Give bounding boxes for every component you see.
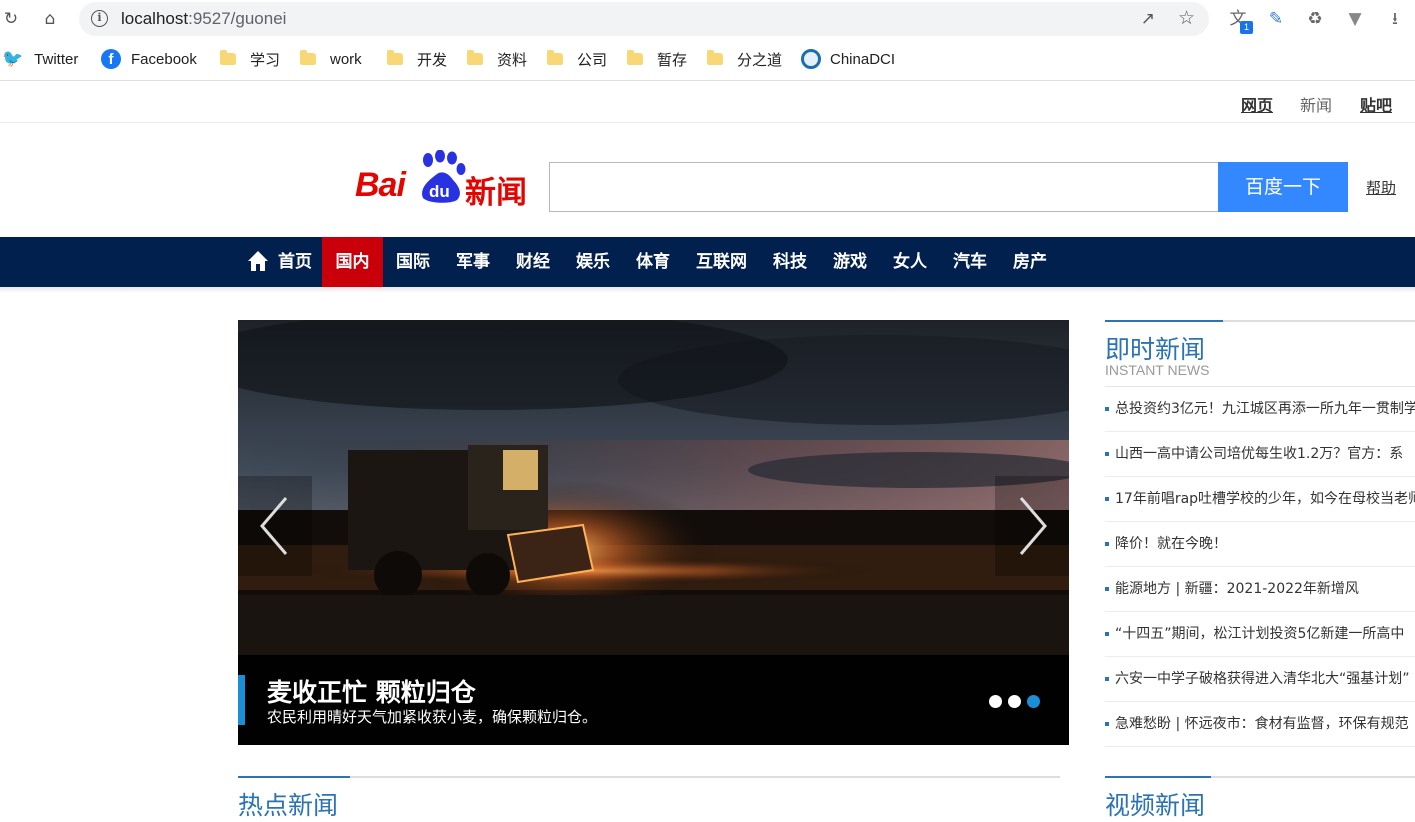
instant-news-list: 总投资约3亿元！九江城区再添一所九年一贯制学校 山西一高中请公司培优每生收1.2… (1105, 387, 1415, 747)
list-item[interactable]: 六安一中学子破格获得进入清华北大“强基计划” (1105, 657, 1415, 702)
logo-news-text: 新闻 (465, 175, 527, 211)
channel-finance[interactable]: 财经 (503, 237, 563, 287)
site-info-icon[interactable]: i (91, 10, 108, 27)
news-carousel[interactable]: 麦收正忙 颗粒归仓 农民利用晴好天气加紧收获小麦，确保颗粒归仓。 (238, 320, 1069, 745)
bookmarks-bar: 🐦 Twitter f Facebook 学习 work 开发 资料 公司 暂存 分… (0, 38, 1415, 81)
bookmark-facebook[interactable]: f Facebook (101, 48, 197, 70)
list-item[interactable]: 17年前唱rap吐槽学校的少年，如今在母校当老师 (1105, 477, 1415, 522)
bookmark-folder-dev[interactable]: 开发 (387, 48, 447, 70)
folder-icon (300, 50, 316, 65)
help-link[interactable]: 帮助 (1366, 177, 1396, 198)
list-item[interactable]: “十四五”期间，松江计划投资5亿新建一所高中 (1105, 612, 1415, 657)
folder-icon (547, 50, 563, 65)
carousel-dots (989, 695, 1040, 708)
bookmark-folder-temp[interactable]: 暂存 (627, 48, 687, 70)
bookmark-folder-way[interactable]: 分之道 (707, 48, 782, 70)
svg-text:du: du (429, 182, 450, 201)
folder-icon (467, 50, 483, 65)
carousel-caption: 麦收正忙 颗粒归仓 农民利用晴好天气加紧收获小麦，确保颗粒归仓。 (238, 655, 1069, 745)
recycle-extension-icon[interactable]: ♻ (1303, 7, 1327, 31)
channel-international[interactable]: 国际 (383, 237, 443, 287)
section-divider (1105, 320, 1415, 322)
share-icon[interactable]: ↗ (1141, 9, 1155, 29)
folder-icon (627, 50, 643, 65)
carousel-title[interactable]: 麦收正忙 颗粒归仓 (267, 673, 476, 709)
folder-icon (387, 50, 403, 65)
channel-house[interactable]: 房产 (1000, 237, 1060, 287)
carousel-dot-3[interactable] (1027, 695, 1040, 708)
facebook-icon: f (101, 49, 121, 69)
carousel-dot-1[interactable] (989, 695, 1002, 708)
channel-internet[interactable]: 互联网 (683, 237, 760, 287)
url-text[interactable]: localhost:9527/guonei (121, 9, 286, 29)
browser-toolbar: ↻ ⌂ i localhost:9527/guonei ↗ ☆ 文 1 ✎ ♻ … (0, 0, 1415, 38)
folder-icon (220, 50, 236, 65)
home-icon[interactable]: ⌂ (39, 8, 61, 30)
chevron-right-icon (1019, 497, 1047, 555)
list-item[interactable]: 总投资约3亿元！九江城区再添一所九年一贯制学校 (1105, 387, 1415, 432)
hot-news-title: 热点新闻 (238, 791, 339, 820)
bookmark-folder-company[interactable]: 公司 (547, 48, 607, 70)
channel-domestic[interactable]: 国内 (322, 237, 383, 287)
bookmark-folder-work[interactable]: work (300, 48, 362, 70)
bookmark-folder-resources[interactable]: 资料 (467, 48, 527, 70)
channel-entertainment[interactable]: 娱乐 (563, 237, 623, 287)
link-news[interactable]: 新闻 (1300, 92, 1332, 116)
search-input[interactable] (549, 162, 1219, 212)
address-bar[interactable]: i localhost:9527/guonei ↗ ☆ (79, 2, 1209, 36)
reload-icon[interactable]: ↻ (0, 8, 22, 30)
channel-military[interactable]: 军事 (443, 237, 503, 287)
channel-women[interactable]: 女人 (880, 237, 940, 287)
bookmark-twitter[interactable]: 🐦 Twitter (2, 48, 78, 70)
channel-games[interactable]: 游戏 (820, 237, 880, 287)
vue-extension-icon[interactable]: ▼ (1343, 7, 1367, 31)
carousel-next-button[interactable] (995, 476, 1069, 576)
channel-sports[interactable]: 体育 (623, 237, 683, 287)
instant-news-subtitle: INSTANT NEWS (1105, 362, 1210, 378)
twitter-icon: 🐦 (2, 49, 24, 68)
chinadci-icon (801, 49, 821, 69)
channel-nav: 首页 国内 国际 军事 财经 娱乐 体育 互联网 科技 游戏 女人 汽车 房产 (0, 237, 1415, 287)
list-item[interactable]: 降价！就在今晚！ (1105, 522, 1415, 567)
bookmark-folder-study[interactable]: 学习 (220, 48, 280, 70)
top-links: 网页 新闻 贴吧 (0, 82, 1415, 123)
caption-accent-bar (238, 675, 245, 725)
carousel-prev-button[interactable] (238, 476, 312, 576)
instant-news-title: 即时新闻 (1105, 335, 1206, 364)
baidu-paw-icon: du (422, 150, 466, 203)
video-news-title: 视频新闻 (1105, 791, 1206, 820)
home-icon (248, 251, 268, 271)
bookmark-chinadci[interactable]: ChinaDCI (801, 48, 895, 70)
download-extension-icon[interactable]: ⭳ (1383, 7, 1407, 31)
logo-bai-text: Bai (355, 166, 406, 204)
bookmark-star-icon[interactable]: ☆ (1178, 7, 1195, 29)
list-item[interactable]: 急难愁盼 | 怀远夜市：食材有监督，环保有规范 (1105, 702, 1415, 747)
extension-badge: 1 (1240, 21, 1253, 34)
list-item[interactable]: 山西一高中请公司培优每生收1.2万？官方：系 (1105, 432, 1415, 477)
video-news-section: 视频新闻 (1105, 776, 1415, 820)
hot-news-section: 热点新闻 (238, 776, 1060, 820)
list-item[interactable]: 能源地方 | 新疆：2021-2022年新增风 (1105, 567, 1415, 612)
channel-shadow (0, 287, 1415, 293)
carousel-description: 农民利用晴好天气加紧收获小麦，确保颗粒归仓。 (267, 708, 598, 726)
channel-auto[interactable]: 汽车 (940, 237, 1000, 287)
folder-icon (707, 50, 723, 65)
link-tieba[interactable]: 贴吧 (1360, 92, 1392, 116)
carousel-dot-2[interactable] (1008, 695, 1021, 708)
link-web[interactable]: 网页 (1241, 92, 1273, 116)
channel-tech[interactable]: 科技 (760, 237, 820, 287)
channel-home[interactable]: 首页 (270, 237, 320, 287)
baidu-news-logo[interactable]: Bai du 新闻 (355, 150, 530, 211)
chevron-left-icon (260, 497, 288, 555)
search-button[interactable]: 百度一下 (1218, 162, 1348, 212)
eyedropper-extension-icon[interactable]: ✎ (1264, 7, 1288, 31)
